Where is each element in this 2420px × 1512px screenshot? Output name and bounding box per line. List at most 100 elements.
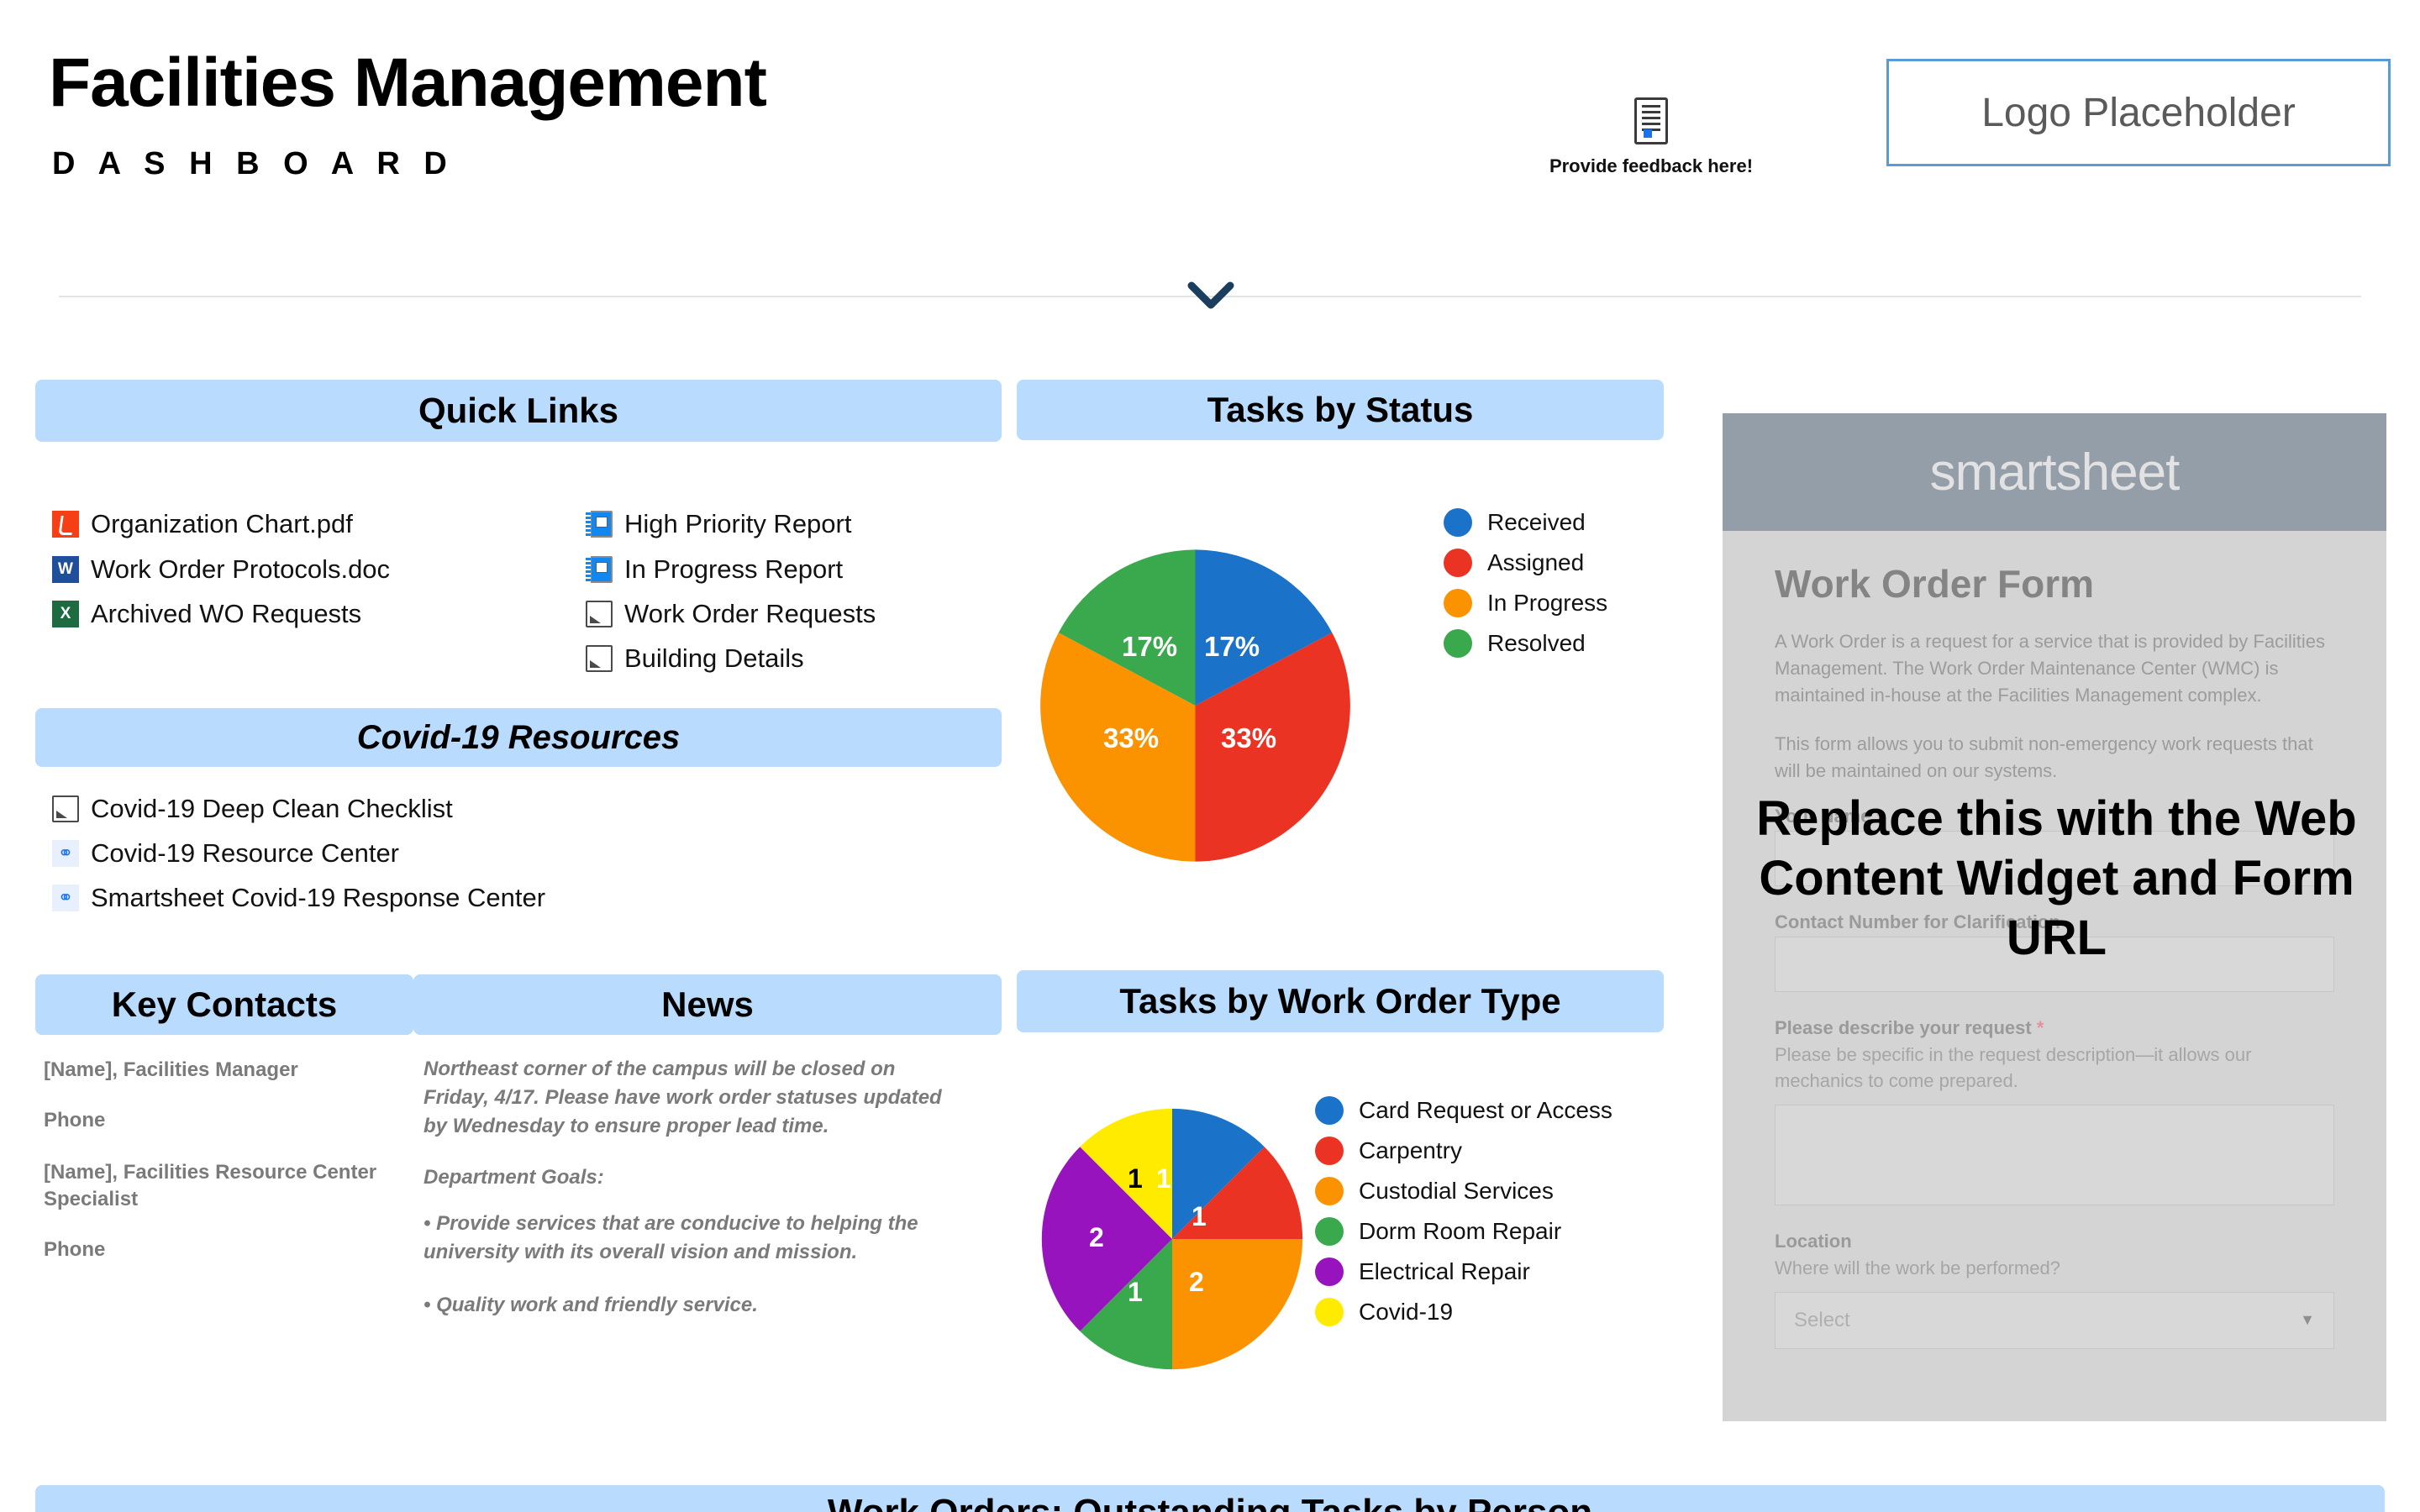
quick-link-work-order-protocols[interactable]: W Work Order Protocols.doc [52,554,390,585]
legend-label: Card Request or Access [1359,1097,1612,1123]
legend-label: Resolved [1487,630,1586,656]
legend-item: In Progress [1444,589,1607,617]
link-icon: ⚭ [52,885,79,911]
legend-item: Custodial Services [1315,1177,1612,1205]
sheet-icon [586,601,613,627]
contact-number-label: Contact Number for Clarification [1775,911,2060,933]
pie-label-electrical: 2 [1089,1222,1104,1252]
key-contacts-header: Key Contacts [35,974,413,1035]
legend-label: Received [1487,509,1586,535]
news-paragraph: Department Goals: [424,1166,604,1189]
your-name-input[interactable] [1775,831,2334,887]
feedback-form-icon[interactable] [1634,97,1668,144]
news-header: News [413,974,1002,1035]
work-order-form-description-2: This form allows you to submit non-emerg… [1775,732,2313,781]
pie-label-custodial: 2 [1189,1267,1204,1297]
legend-label: Covid-19 [1359,1299,1454,1325]
covid-resources-header: Covid-19 Resources [35,708,1002,767]
legend-swatch [1315,1217,1344,1246]
pie-label-covid19: 1 [1128,1163,1143,1194]
quick-link-label: High Priority Report [624,509,852,538]
news-paragraph: • Provide services that are conducive to… [424,1212,918,1264]
outstanding-tasks-header: Work Orders: Outstanding Tasks by Person [35,1485,2385,1512]
location-help: Where will the work be performed? [1775,1257,2060,1279]
quick-link-building-details[interactable]: Building Details [586,643,804,674]
logo-placeholder-text: Logo Placeholder [1981,90,2296,135]
quick-link-label: In Progress Report [624,554,844,584]
legend-swatch [1315,1257,1344,1286]
legend-item: Covid-19 [1315,1298,1612,1326]
tasks-by-status-legend: Received Assigned In Progress Resolved [1444,508,1607,669]
covid-link-resource-center[interactable]: ⚭ Covid-19 Resource Center [52,838,399,869]
quick-link-label: Building Details [624,643,804,673]
quick-links-header: Quick Links [35,380,1002,442]
link-icon: ⚭ [52,840,79,867]
news-paragraph: Northeast corner of the campus will be c… [424,1058,942,1138]
page-title: Facilities Management [49,45,767,121]
sheet-icon [586,645,613,672]
legend-swatch [1444,549,1472,577]
work-order-form-title: Work Order Form [1775,562,2094,606]
location-select-value: Select [1794,1308,1850,1331]
sheet-icon [52,795,79,822]
provide-feedback-link[interactable]: Provide feedback here! [1525,97,1777,177]
your-name-label: Your Name * [1775,806,2334,827]
pie-label-dorm-room: 1 [1128,1277,1143,1307]
legend-item: Dorm Room Repair [1315,1217,1612,1246]
legend-swatch [1444,589,1472,617]
describe-request-label: Please describe your request * [1775,1017,2334,1039]
tasks-by-type-header: Tasks by Work Order Type [1017,970,1664,1032]
quick-link-label: Archived WO Requests [91,599,362,628]
legend-label: In Progress [1487,590,1608,616]
quick-link-work-order-requests[interactable]: Work Order Requests [586,599,876,629]
contact-line: Phone [44,1109,106,1131]
quick-link-in-progress-report[interactable]: In Progress Report [586,554,843,585]
smartsheet-logo: smartsheet [1929,443,2181,501]
quick-link-label: Organization Chart.pdf [91,509,353,538]
legend-swatch [1444,508,1472,537]
quick-link-organization-chart[interactable]: Organization Chart.pdf [52,509,353,539]
covid-link-smartsheet-response-center[interactable]: ⚭ Smartsheet Covid-19 Response Center [52,883,545,913]
covid-link-label: Smartsheet Covid-19 Response Center [91,883,546,912]
pie-label-resolved: 17% [1122,631,1178,662]
quick-link-label: Work Order Protocols.doc [91,554,391,584]
legend-swatch [1444,629,1472,658]
location-label: Location [1775,1231,1852,1252]
feedback-label: Provide feedback here! [1549,155,1754,176]
legend-swatch [1315,1177,1344,1205]
legend-label: Carpentry [1359,1137,1462,1163]
quick-link-archived-wo-requests[interactable]: X Archived WO Requests [52,599,361,629]
page-subtitle: D A S H B O A R D [52,146,455,181]
tasks-by-status-header: Tasks by Status [1017,380,1664,440]
pie-label-received: 17% [1204,631,1260,662]
contact-line: [Name], Facilities Resource Center Speci… [44,1161,377,1211]
smartsheet-header: smartsheet [1723,413,2386,531]
chevron-down-icon: ▼ [2300,1311,2315,1329]
describe-request-help: Please be specific in the request descri… [1775,1044,2252,1092]
contact-line: [Name], Facilities Manager [44,1058,298,1081]
tasks-by-status-pie: 17% 33% 33% 17% [1029,500,1361,916]
legend-item: Received [1444,508,1607,537]
outstanding-tasks-heading: Work Orders: Outstanding Tasks by Person [828,1492,1592,1512]
location-select[interactable]: Select ▼ [1775,1291,2334,1349]
word-file-icon: W [52,556,79,583]
report-icon [586,511,613,538]
legend-item: Card Request or Access [1315,1096,1612,1125]
contact-number-input[interactable] [1775,937,2334,993]
work-order-form-description: A Work Order is a request for a service … [1775,631,2325,706]
tasks-by-type-legend: Card Request or Access Carpentry Custodi… [1315,1096,1612,1338]
describe-request-textarea[interactable] [1775,1105,2334,1206]
legend-item: Electrical Repair [1315,1257,1612,1286]
pie-label-card-request: 1 [1156,1163,1171,1194]
legend-swatch [1315,1137,1344,1165]
quick-link-high-priority-report[interactable]: High Priority Report [586,509,851,539]
smartsheet-form-widget[interactable]: smartsheet Work Order Form A Work Order … [1723,413,2386,1421]
legend-swatch [1315,1096,1344,1125]
legend-label: Electrical Repair [1359,1258,1530,1284]
covid-link-deep-clean-checklist[interactable]: Covid-19 Deep Clean Checklist [52,794,453,824]
chevron-down-icon[interactable] [1186,277,1235,314]
excel-file-icon: X [52,601,79,627]
logo-placeholder-box[interactable]: Logo Placeholder [1886,59,2391,166]
legend-item: Assigned [1444,549,1607,577]
field-label-text: Your Name [1775,806,1871,827]
